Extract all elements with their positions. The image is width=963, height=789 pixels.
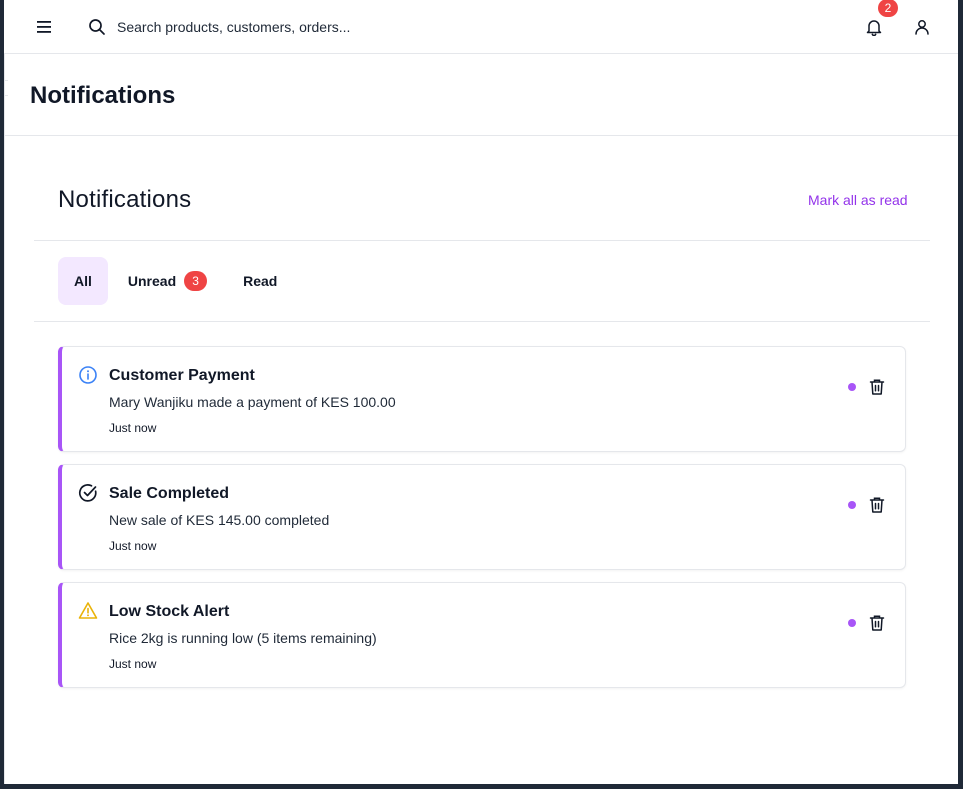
info-icon — [78, 365, 98, 385]
app-window: 2 Notifications Notifications Mark all a… — [4, 0, 958, 784]
notification-message: Rice 2kg is running low (5 items remaini… — [109, 630, 377, 646]
notification-title: Low Stock Alert — [109, 603, 230, 620]
warning-icon — [78, 601, 98, 621]
notification-time: Just now — [109, 421, 157, 435]
bell-icon — [866, 20, 882, 36]
mark-all-read-link[interactable]: Mark all as read — [808, 192, 908, 208]
notification-time: Just now — [109, 539, 157, 553]
tab-label: All — [74, 273, 92, 289]
user-icon — [915, 20, 929, 35]
user-menu-button[interactable] — [910, 15, 934, 39]
notifications-button[interactable] — [862, 15, 886, 39]
divider — [34, 321, 930, 322]
trash-icon — [869, 497, 885, 513]
menu-button[interactable] — [32, 15, 56, 39]
tab-label: Read — [243, 273, 278, 289]
page-title: Notifications — [30, 82, 176, 109]
divider — [34, 240, 930, 241]
search-icon — [88, 18, 106, 36]
notification-message: Mary Wanjiku made a payment of KES 100.0… — [109, 394, 396, 410]
tab-read[interactable]: Read — [227, 257, 293, 305]
notification-title: Customer Payment — [109, 367, 255, 384]
unread-dot — [848, 501, 856, 509]
notification-title: Sale Completed — [109, 485, 230, 502]
trash-icon — [869, 379, 885, 395]
delete-button[interactable] — [868, 614, 886, 632]
delete-button[interactable] — [868, 496, 886, 514]
unread-dot — [848, 619, 856, 627]
notification-card[interactable]: Sale Completed New sale of KES 145.00 co… — [58, 464, 906, 570]
notification-message: New sale of KES 145.00 completed — [109, 512, 330, 528]
notification-count-badge: 2 — [878, 0, 898, 17]
top-bar: 2 — [4, 0, 958, 54]
panel-title: Notifications — [58, 186, 192, 213]
check-circle-icon — [78, 483, 98, 503]
filter-tabs: All Unread 3 Read — [58, 257, 297, 305]
tab-unread[interactable]: Unread 3 — [112, 257, 223, 305]
unread-dot — [848, 383, 856, 391]
tab-label: Unread — [127, 273, 177, 289]
menu-icon — [37, 21, 51, 33]
search-input[interactable] — [117, 19, 477, 35]
notification-card[interactable]: Customer Payment Mary Wanjiku made a pay… — [58, 346, 906, 452]
page-header: Notifications — [4, 54, 958, 136]
delete-button[interactable] — [868, 378, 886, 396]
unread-count-badge: 3 — [184, 271, 208, 291]
notification-time: Just now — [109, 657, 157, 671]
tab-all[interactable]: All — [58, 257, 108, 305]
search-bar — [88, 14, 488, 40]
notification-card[interactable]: Low Stock Alert Rice 2kg is running low … — [58, 582, 906, 688]
trash-icon — [869, 615, 885, 631]
